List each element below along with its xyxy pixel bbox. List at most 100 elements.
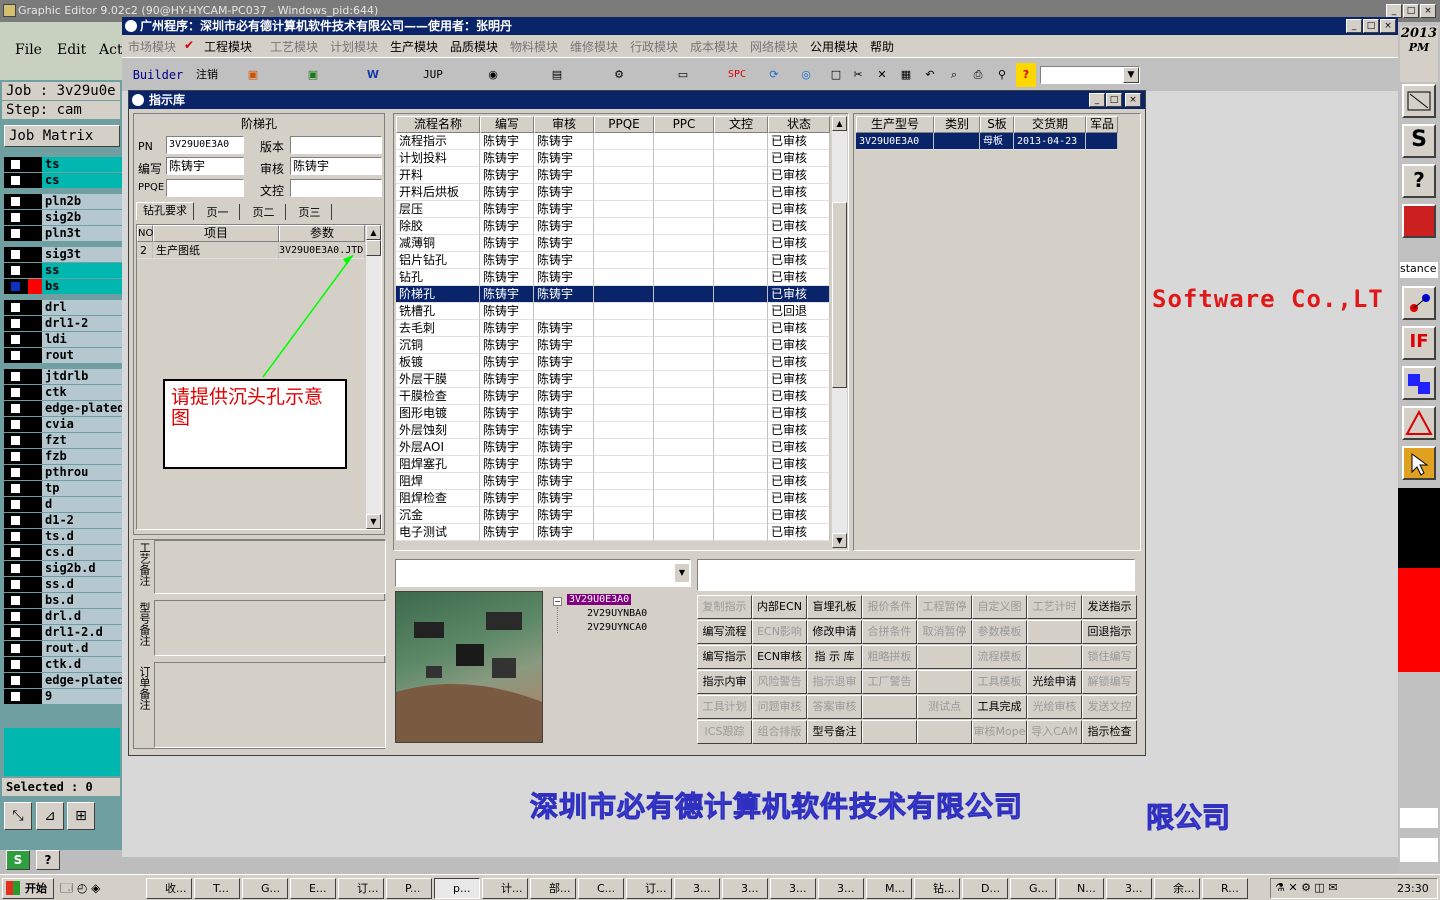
function-button[interactable]: 工具计划 [697,695,752,719]
tab-page3[interactable]: 页三 [288,204,332,220]
menu-material[interactable]: 物料模块 [510,38,558,55]
layer-checkbox[interactable] [10,563,21,574]
layer-name[interactable]: 9 [42,689,122,704]
menu-plan[interactable]: 计划模块 [330,38,378,55]
function-button[interactable]: 盲埋孔板 [807,595,862,619]
layer-name[interactable]: ts [42,157,122,172]
layer-checkbox[interactable] [10,350,21,361]
taskbar-task[interactable]: E... [290,878,336,899]
layer-row[interactable]: pln2b [4,194,122,209]
layer-row[interactable]: pln3t [4,226,122,241]
layer-name[interactable]: drl1-2 [42,316,122,331]
layer-checkbox[interactable] [10,212,21,223]
layer-row[interactable]: fzt [4,433,122,448]
layer-name[interactable]: bs.d [42,593,122,608]
model-header-cell[interactable]: S板 [980,116,1014,133]
layer-checkbox[interactable] [10,334,21,345]
function-button[interactable]: 锁住编写 [1082,645,1137,669]
layer-checkbox[interactable] [10,595,21,606]
layer-checkbox[interactable] [10,611,21,622]
layer-name[interactable]: edge-plated [42,673,122,688]
layer-name[interactable]: edge-plated [42,401,122,416]
layer-name[interactable]: fzb [42,449,122,464]
layer-row[interactable]: ts.d [4,529,122,544]
flow-header-cell[interactable]: 编写 [480,116,534,133]
layer-row[interactable]: ctk.d [4,657,122,672]
function-button[interactable]: 光绘审核 [1027,695,1082,719]
flow-combo[interactable]: ▼ [395,559,691,587]
layer-checkbox[interactable] [10,627,21,638]
taskbar-task[interactable]: 钻... [914,878,960,899]
flow-header-cell[interactable]: 流程名称 [396,116,480,133]
flow-scroll-up[interactable]: ▲ [832,116,847,131]
taskbar-task[interactable]: R... [1202,878,1248,899]
layer-name[interactable]: sig2b.d [42,561,122,576]
logout-button[interactable]: 注销 [192,63,222,87]
function-button[interactable]: 取消暂停 [917,620,972,644]
chevron-down-icon[interactable]: ▼ [675,564,689,582]
function-button[interactable]: 型号备注 [807,720,862,744]
function-button[interactable]: 问题审核 [752,695,807,719]
save-icon[interactable]: ▦ [896,63,916,87]
warning-icon[interactable] [1402,406,1436,440]
jup-button[interactable]: JUP [418,63,448,87]
layer-name[interactable]: cvia [42,417,122,432]
layer-name[interactable]: ldi [42,332,122,347]
menu-quality[interactable]: 品质模块 [450,38,498,55]
items-scroll-down[interactable]: ▼ [366,514,381,529]
function-button[interactable]: ECN审核 [752,645,807,669]
function-button[interactable]: 工艺计时 [1027,595,1082,619]
layer-row[interactable]: drl [4,300,122,315]
items-scroll-up[interactable]: ▲ [366,225,381,240]
layer-checkbox[interactable] [10,515,21,526]
layer-checkbox[interactable] [10,175,21,186]
start-button[interactable]: 开始 [2,878,54,899]
taskbar-task[interactable]: 订... [338,878,384,899]
layer-checkbox[interactable] [10,403,21,414]
tab-page1[interactable]: 页一 [196,204,240,220]
layer-name[interactable]: bs [42,279,122,294]
query-icon[interactable]: ? [1402,164,1436,198]
layer-name[interactable]: ss.d [42,577,122,592]
function-button[interactable]: 组合排版 [752,720,807,744]
select-cursor-icon[interactable] [1402,446,1436,480]
menu-cost[interactable]: 成本模块 [690,38,738,55]
layer-checkbox[interactable] [10,435,21,446]
layer-checkbox[interactable] [10,228,21,239]
layer-name[interactable]: rout.d [42,641,122,656]
layer-name[interactable]: drl1-2.d [42,625,122,640]
function-button[interactable]: 报价条件 [862,595,917,619]
globe-icon[interactable]: ◎ [796,63,816,87]
layer-checkbox[interactable] [10,547,21,558]
undo-icon[interactable]: ↶ [920,63,940,87]
process-remark-field[interactable] [154,540,386,594]
taskbar-task[interactable]: 收... [146,878,192,899]
function-button[interactable]: 指示内审 [697,670,752,694]
ppqe-field[interactable] [166,179,244,197]
layer-row[interactable]: drl.d [4,609,122,624]
function-button[interactable]: 内部ECN [752,595,807,619]
view-icon[interactable]: ◉ [482,63,504,87]
layer-row[interactable]: sig2b [4,210,122,225]
function-button[interactable]: 编写流程 [697,620,752,644]
layer-checkbox[interactable] [10,579,21,590]
tray-icons[interactable]: ⚗ ✕ ⚙ ◫ ✉ [1275,881,1338,894]
taskbar-task[interactable]: N... [1058,878,1104,899]
menu-process[interactable]: 工艺模块 [270,38,318,55]
menu-admin[interactable]: 行政模块 [630,38,678,55]
function-button[interactable]: 解锁编写 [1082,670,1137,694]
dialog-maximize-button[interactable]: □ [1106,93,1122,107]
layer-row[interactable]: tp [4,481,122,496]
layer-row[interactable]: rout.d [4,641,122,656]
net-icon[interactable] [1402,204,1436,238]
function-button[interactable] [1027,645,1082,669]
ge-maximize-button[interactable]: □ [1403,4,1419,18]
menu-help[interactable]: 帮助 [870,38,894,55]
cut-icon[interactable]: ✂ [848,63,868,87]
function-button[interactable]: 自定义图 [972,595,1027,619]
model-header-cell[interactable]: 交货期 [1014,116,1086,133]
layer-row[interactable]: drl1-2 [4,316,122,331]
search-field[interactable] [697,559,1135,591]
layer-name[interactable]: fzt [42,433,122,448]
ge-menu-edit[interactable]: Edit [57,42,86,58]
